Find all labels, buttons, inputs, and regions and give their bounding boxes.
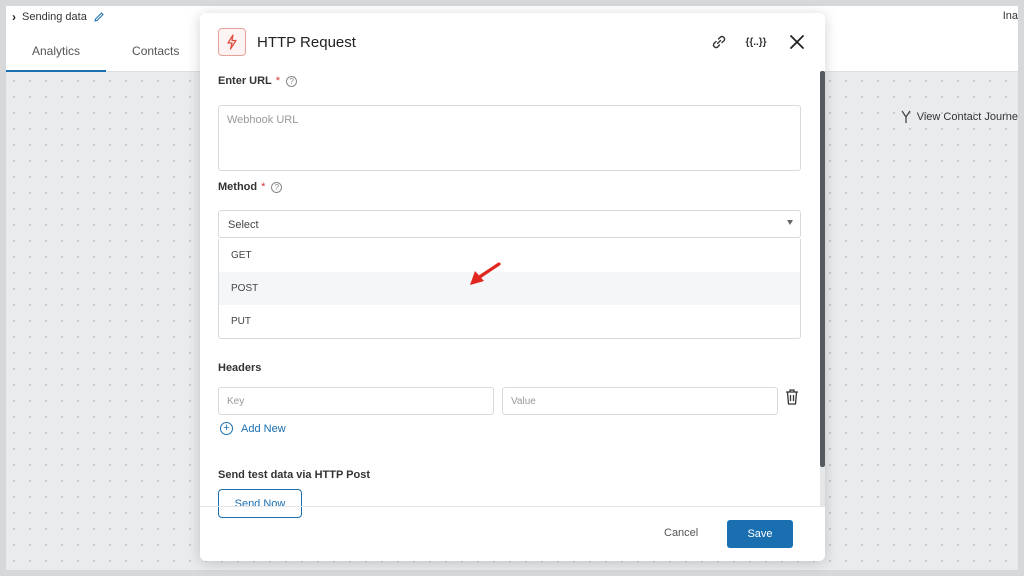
- method-options: GET POST PUT: [218, 239, 801, 339]
- modal-scroll-track[interactable]: [820, 467, 825, 507]
- method-label: Method * ?: [218, 181, 283, 193]
- header-value-placeholder: Value: [511, 396, 536, 407]
- chevron-right-icon[interactable]: ›: [12, 10, 16, 24]
- help-icon[interactable]: ?: [271, 181, 283, 193]
- method-option-put[interactable]: PUT: [219, 305, 800, 338]
- breadcrumb-label: Sending data: [22, 11, 87, 23]
- link-icon[interactable]: [709, 32, 729, 52]
- breadcrumb: › Sending data: [12, 10, 105, 24]
- pencil-icon[interactable]: [93, 11, 105, 23]
- url-label: Enter URL * ?: [218, 75, 298, 87]
- header-key-input[interactable]: Key: [218, 387, 494, 415]
- headers-label: Headers: [218, 362, 261, 374]
- test-label: Send test data via HTTP Post: [218, 469, 370, 481]
- view-journey-label: View Contact Journe: [916, 111, 1018, 123]
- method-option-get[interactable]: GET: [219, 239, 800, 272]
- add-new-label: Add New: [241, 422, 286, 435]
- method-required-mark: *: [261, 181, 266, 193]
- modal-body: Enter URL * ? Webhook URL Method * ? Sel…: [200, 75, 825, 518]
- tab-analytics[interactable]: Analytics: [6, 36, 107, 72]
- method-select-value: Select: [228, 219, 259, 231]
- cancel-button[interactable]: Cancel: [664, 527, 698, 539]
- arrow-annotation-icon: [470, 262, 501, 285]
- add-header-button[interactable]: + Add New: [220, 422, 286, 435]
- view-journey-link[interactable]: View Contact Journe: [900, 110, 1018, 124]
- header-key-placeholder: Key: [227, 396, 245, 407]
- method-label-text: Method: [218, 181, 258, 193]
- modal-header: HTTP Request {{..}}: [200, 13, 825, 75]
- help-icon[interactable]: ?: [286, 75, 298, 87]
- close-icon[interactable]: [787, 32, 807, 52]
- trash-icon[interactable]: [784, 388, 800, 411]
- url-label-text: Enter URL: [218, 75, 272, 87]
- test-label-text: Send test data via HTTP Post: [218, 469, 371, 481]
- save-button[interactable]: Save: [727, 520, 793, 548]
- method-option-post[interactable]: POST: [219, 272, 800, 305]
- modal-scrollbar[interactable]: [820, 71, 825, 467]
- method-select[interactable]: Select: [218, 210, 801, 238]
- header-right-text: Ina: [1002, 10, 1018, 22]
- branch-icon: [901, 110, 911, 123]
- webhook-url-input[interactable]: Webhook URL: [218, 105, 801, 171]
- header-value-input[interactable]: Value: [502, 387, 778, 415]
- caret-down-icon: [787, 220, 793, 225]
- headers-label-text: Headers: [218, 362, 262, 374]
- url-required-mark: *: [275, 75, 281, 87]
- plus-circle-icon: +: [220, 422, 233, 435]
- variable-icon[interactable]: {{..}}: [742, 32, 770, 52]
- http-request-modal: HTTP Request {{..}} Enter URL * ? Webhoo…: [200, 13, 825, 561]
- webhook-url-placeholder: Webhook URL: [227, 114, 299, 126]
- modal-title: HTTP Request: [257, 34, 356, 51]
- bolt-icon: [218, 28, 246, 56]
- modal-footer: Cancel Save: [200, 506, 825, 561]
- tab-contacts[interactable]: Contacts: [106, 36, 205, 72]
